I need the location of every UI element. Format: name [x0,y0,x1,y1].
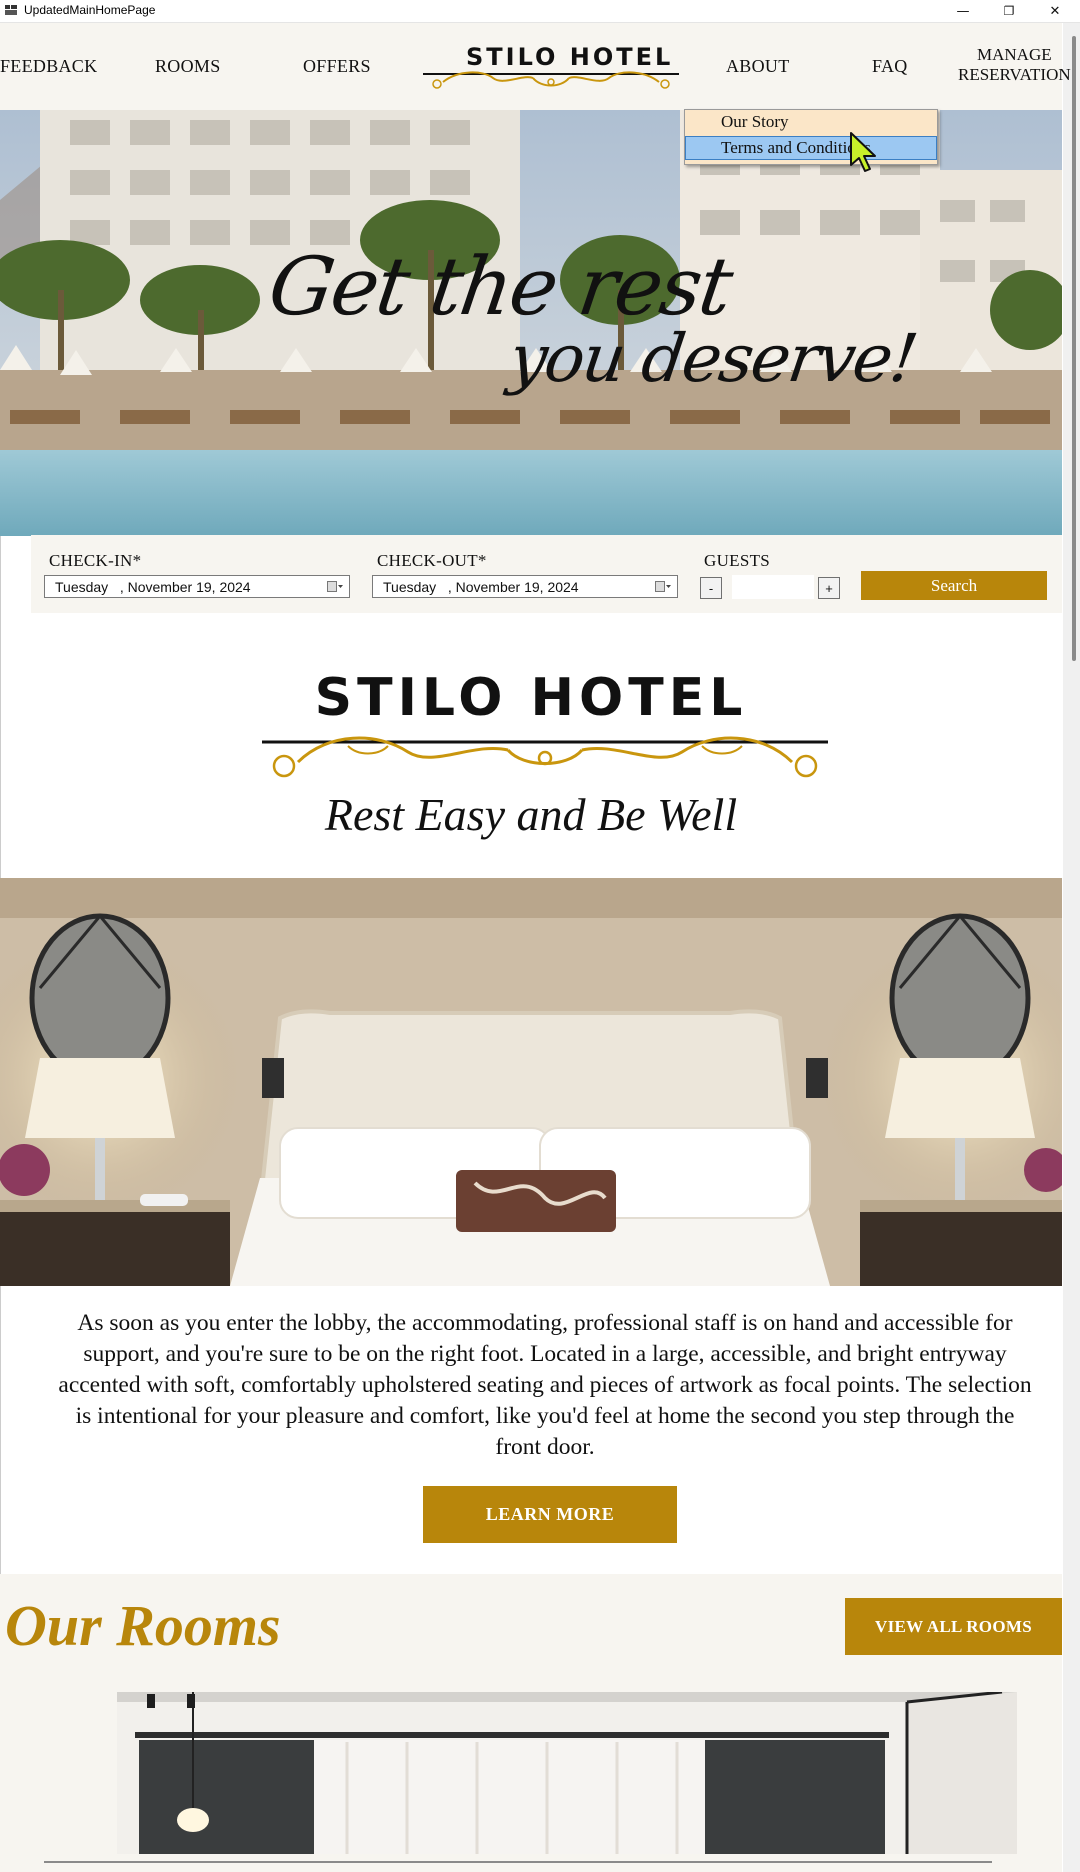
checkout-label: CHECK-OUT* [377,551,487,570]
guests-increment-button[interactable]: + [818,577,840,599]
brand-title: STILO HOTEL [314,668,748,728]
window-titlebar [0,0,1080,23]
bedroom-image [0,878,1062,1286]
room-preview-image [117,1692,1017,1854]
minimize-icon: — [956,3,970,19]
calendar-dropdown-icon [327,581,343,592]
restore-icon: ❐ [1003,4,1015,18]
view-all-rooms-button[interactable]: VIEW ALL ROOMS [845,1598,1062,1655]
nav-manage-reservation[interactable]: MANAGE RESERVATION [958,45,1071,85]
guests-input[interactable] [732,575,814,599]
menu-item-terms-and-conditions[interactable]: Terms and Conditions [685,136,937,160]
minimize-button[interactable]: — [940,0,986,22]
menu-item-our-story[interactable]: Our Story [685,110,937,134]
brand-tagline: Rest Easy and Be Well [324,789,738,840]
nav-manage-line1: MANAGE [977,45,1052,64]
about-description: As soon as you enter the lobby, the acco… [58,1310,1032,1460]
nav-manage-line2: RESERVATION [958,65,1071,84]
nav-offers[interactable]: OFFERS [303,56,371,77]
mouse-cursor-icon [850,132,876,172]
bedroom-illustration [0,878,1062,1286]
restore-button[interactable]: ❐ [986,0,1032,22]
guests-decrement-button[interactable]: - [700,577,722,599]
menu-item-our-story-label: Our Story [721,112,789,131]
guests-label: GUESTS [704,551,771,570]
checkout-date-picker[interactable]: Tuesday , November 19, 2024 [372,575,678,598]
close-button[interactable]: ✕ [1032,0,1078,22]
search-button[interactable]: Search [861,571,1047,600]
nav-rooms[interactable]: ROOMS [155,56,221,77]
hero-headline-line2: you deserve! [504,320,921,397]
learn-more-button[interactable]: LEARN MORE [423,1486,677,1543]
checkin-date-picker[interactable]: Tuesday , November 19, 2024 [44,575,350,598]
checkin-label: CHECK-IN* [49,551,142,570]
nav-faq[interactable]: FAQ [872,56,908,77]
window-title: UpdatedMainHomePage [24,3,156,17]
horizontal-scroll-indicator[interactable] [44,1861,992,1863]
room-illustration [117,1692,1017,1854]
nav-feedback[interactable]: FEEDBACK [0,56,97,77]
nav-logo-flourish [423,71,679,89]
nav-about[interactable]: ABOUT [726,56,790,77]
brand-logo-flourish [262,736,828,778]
close-icon: ✕ [1049,3,1061,19]
about-dropdown-menu: Our Story Terms and Conditions [684,109,938,165]
vertical-scrollbar-thumb[interactable] [1072,36,1076,661]
app-icon [5,5,17,15]
checkout-date-value: Tuesday , November 19, 2024 [383,579,579,595]
rooms-title: Our Rooms [5,1593,281,1658]
checkin-date-value: Tuesday , November 19, 2024 [55,579,251,595]
calendar-dropdown-icon [655,581,671,592]
